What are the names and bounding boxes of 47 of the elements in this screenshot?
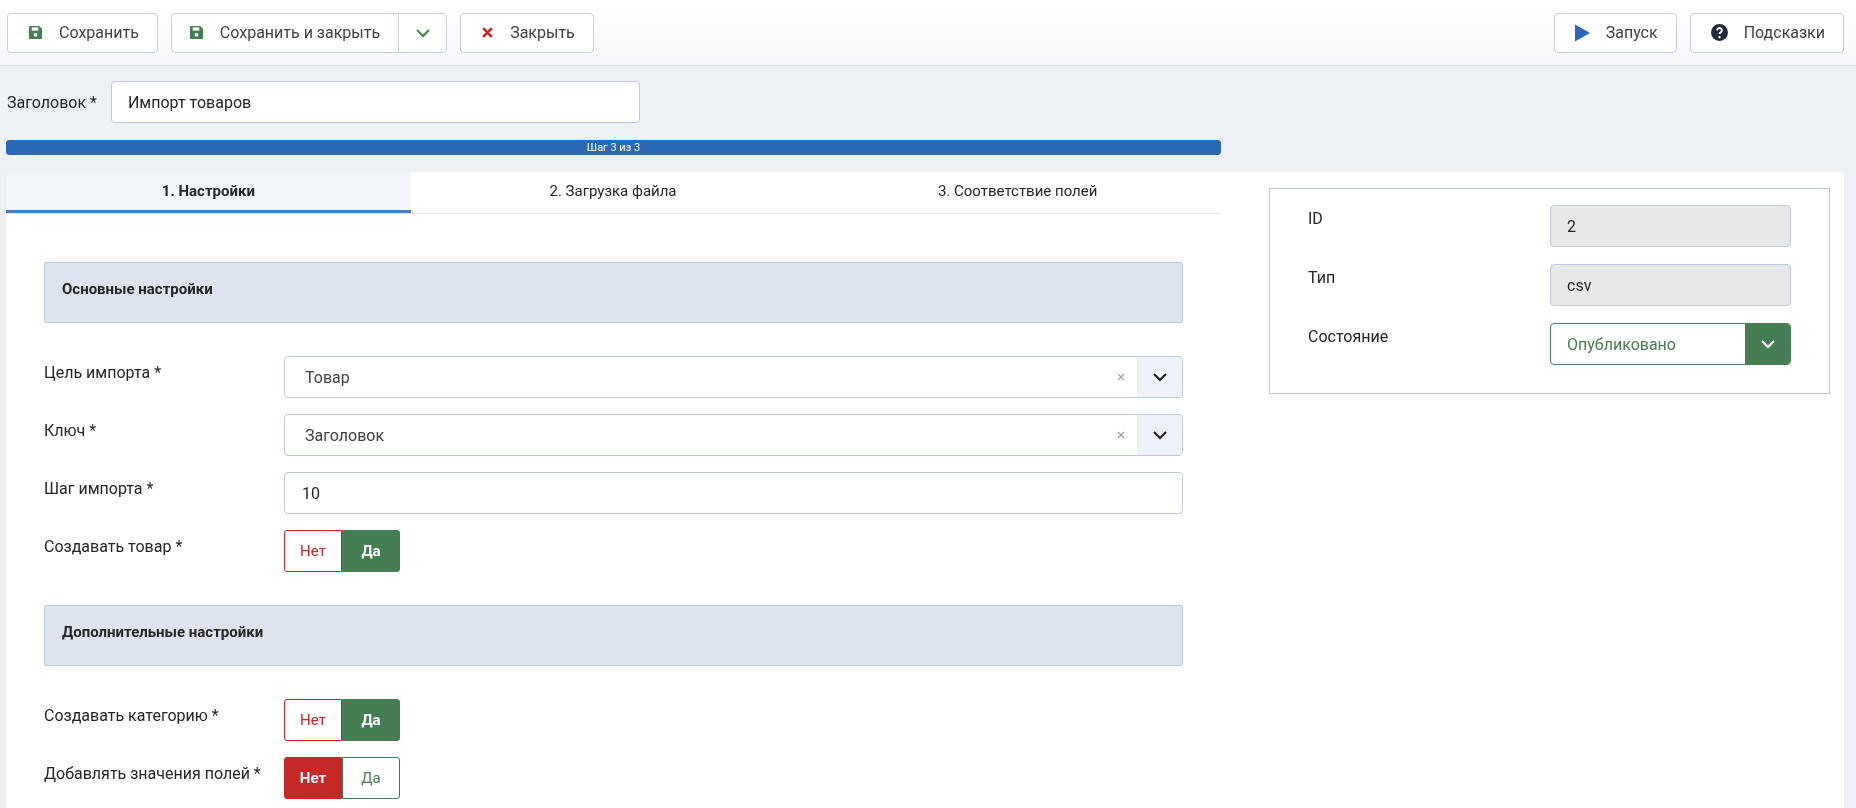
field-label: Шаг импорта * (44, 478, 155, 500)
toggle-option[interactable]: Да (342, 530, 400, 572)
dropdown-button[interactable] (1137, 415, 1182, 455)
help-button[interactable]: Подсказки (1689, 12, 1844, 53)
toggle-option[interactable]: Да (342, 757, 400, 799)
chevron-down-icon (414, 27, 431, 38)
select-field[interactable]: Заголовок (284, 414, 1183, 456)
status-value: Опубликовано (1566, 333, 1677, 356)
chevron-down-icon (1151, 430, 1168, 440)
dropdown-button[interactable] (1745, 324, 1790, 364)
toggle-option[interactable]: Нет (284, 757, 342, 799)
field-label: Тип (1307, 267, 1337, 287)
select-value: Товар (304, 367, 351, 387)
toggle-option[interactable]: Да (342, 699, 400, 741)
play-icon (1574, 23, 1590, 42)
field-label: ID (1307, 208, 1324, 228)
input-field[interactable]: 10 (284, 472, 1183, 514)
progress-label: Шаг 3 из 3 (586, 141, 641, 154)
field-label: Заголовок * (7, 92, 97, 112)
chevron-down-icon (1759, 339, 1776, 349)
readonly-field[interactable]: 2 (1550, 205, 1791, 247)
tab[interactable]: 1. Настройки (6, 172, 411, 213)
save-button[interactable]: Сохранить (7, 12, 158, 53)
select-value: Заголовок (304, 425, 386, 445)
field-label: Создавать товар * (44, 536, 184, 558)
run-button[interactable]: Запуск (1553, 12, 1677, 53)
field-label: Цель импорта * (44, 362, 163, 384)
toggle-option[interactable]: Нет (284, 699, 342, 741)
field-label: Состояние (1307, 326, 1390, 346)
field-label: Ключ * (44, 420, 98, 442)
status-select[interactable]: Опубликовано (1550, 323, 1791, 365)
section-header: Дополнительные настройки (44, 605, 1183, 666)
readonly-field[interactable]: csv (1550, 264, 1791, 306)
dropdown-button[interactable] (1137, 357, 1182, 397)
chevron-down-icon (1151, 372, 1168, 382)
clear-icon[interactable] (1117, 373, 1125, 381)
close-button[interactable]: Закрыть (460, 12, 594, 53)
title-input[interactable]: Импорт товаров (110, 81, 640, 123)
toggle-option[interactable]: Нет (284, 530, 342, 572)
save-and-close-button[interactable]: Сохранить и закрыть (171, 13, 400, 52)
close-icon (481, 26, 495, 39)
field-label: Добавлять значения полей * (44, 763, 262, 785)
help-icon (1710, 24, 1728, 41)
field-label: Создавать категорию * (44, 705, 220, 727)
select-field[interactable]: Товар (284, 356, 1183, 398)
section-header: Основные настройки (44, 262, 1183, 323)
clear-icon[interactable] (1117, 431, 1125, 439)
